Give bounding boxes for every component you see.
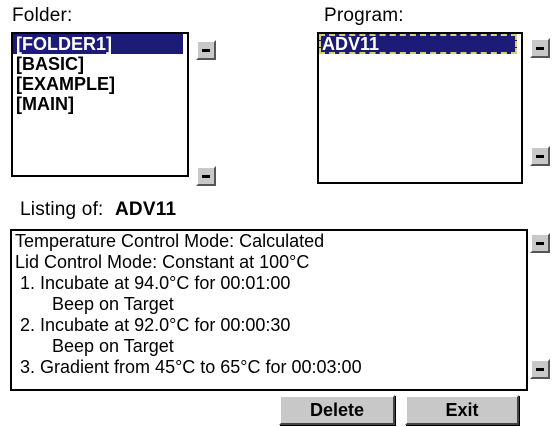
listing-line: 2. Incubate at 92.0°C for 00:00:30 <box>20 315 291 335</box>
folder-list-item[interactable]: [EXAMPLE] <box>13 74 187 94</box>
listing-line: 1. Incubate at 94.0°C for 00:01:00 <box>20 273 291 293</box>
folder-label: Folder: <box>12 5 73 26</box>
folder-scroll-down-button[interactable] <box>196 166 216 186</box>
scroll-down-icon <box>536 154 544 158</box>
folder-list-item[interactable]: [FOLDER1] <box>13 34 183 54</box>
listing-text-area[interactable]: Temperature Control Mode: Calculated Lid … <box>10 229 528 391</box>
listing-program-name: ADV11 <box>115 199 177 220</box>
folder-scroll-up-button[interactable] <box>196 40 216 60</box>
folder-list[interactable]: [FOLDER1] [BASIC] [EXAMPLE] [MAIN] <box>11 32 189 177</box>
scroll-up-icon <box>536 46 544 50</box>
folder-list-item[interactable]: [MAIN] <box>13 94 187 114</box>
program-browser-window: Folder: [FOLDER1] [BASIC] [EXAMPLE] [MAIN] … <box>0 0 554 427</box>
scroll-up-icon <box>202 48 210 52</box>
listing-heading: Listing of: ADV11 <box>20 199 176 221</box>
listing-line: Beep on Target <box>52 336 174 356</box>
listing-lines: Temperature Control Mode: Calculated Lid … <box>12 231 526 378</box>
listing-line: Temperature Control Mode: Calculated <box>15 231 325 251</box>
listing-line: Lid Control Mode: Constant at 100°C <box>15 252 310 272</box>
exit-button[interactable]: Exit <box>405 395 519 425</box>
scroll-down-icon <box>536 367 544 371</box>
scroll-up-icon <box>536 241 544 245</box>
delete-button[interactable]: Delete <box>279 395 395 425</box>
listing-label: Listing of: <box>20 199 104 220</box>
listing-scroll-down-button[interactable] <box>530 359 550 379</box>
program-label: Program: <box>324 5 404 26</box>
listing-scroll-up-button[interactable] <box>530 233 550 253</box>
scroll-down-icon <box>202 174 210 178</box>
folder-list-item[interactable]: [BASIC] <box>13 54 187 74</box>
program-list-item[interactable]: ADV11 <box>319 34 517 54</box>
folder-list-items: [FOLDER1] [BASIC] [EXAMPLE] [MAIN] <box>13 34 187 114</box>
program-list-items: ADV11 <box>319 34 521 54</box>
program-list[interactable]: ADV11 <box>317 32 523 184</box>
listing-line: Beep on Target <box>52 294 174 314</box>
listing-line: 3. Gradient from 45°C to 65°C for 00:03:… <box>20 357 362 377</box>
program-scroll-down-button[interactable] <box>530 146 550 166</box>
program-scroll-up-button[interactable] <box>530 38 550 58</box>
